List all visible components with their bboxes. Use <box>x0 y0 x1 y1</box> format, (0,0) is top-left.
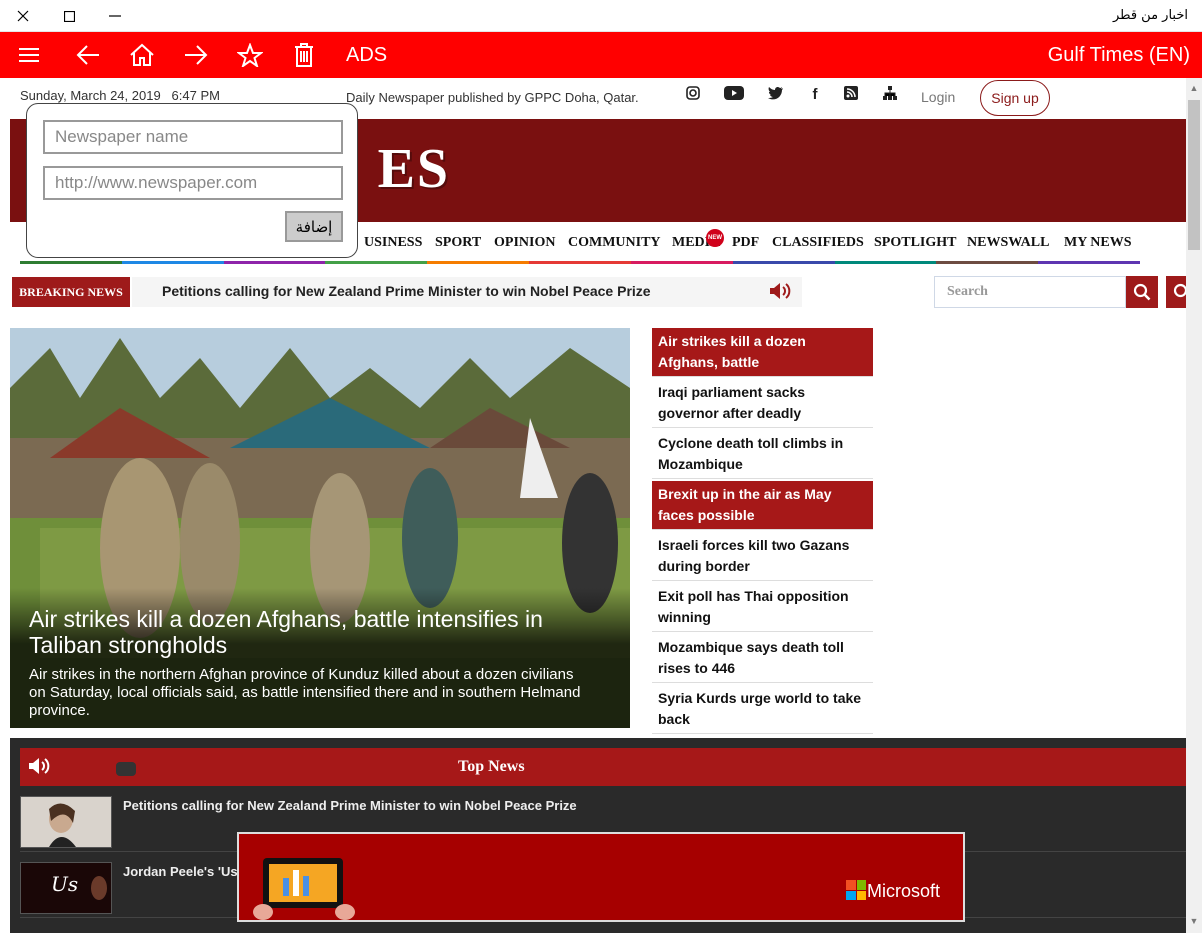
search-input[interactable]: Search <box>934 276 1126 308</box>
close-icon[interactable] <box>0 0 46 32</box>
add-newspaper-popup: Newspaper name http://www.newspaper.com … <box>26 103 358 258</box>
nav-newswall[interactable]: NEWSWALL <box>967 235 1049 251</box>
new-badge: NEW <box>706 229 724 247</box>
top-news-header: Top News <box>20 748 1186 786</box>
home-icon[interactable] <box>126 32 158 78</box>
search-icon[interactable] <box>1166 276 1186 308</box>
nav-spotlight[interactable]: SPOTLIGHT <box>874 235 956 251</box>
scrollbar-thumb[interactable] <box>1188 100 1200 250</box>
youtube-icon[interactable] <box>724 86 744 104</box>
nav-opinion[interactable]: OPINION <box>494 235 555 251</box>
search-icon[interactable] <box>1126 276 1158 308</box>
date-time: Sunday, March 24, 2019 6:47 PM <box>20 88 220 103</box>
thumbnail-image <box>20 796 112 848</box>
window-title: اخبار من قطر <box>1113 8 1188 23</box>
scroll-up-icon[interactable]: ▲ <box>1189 83 1199 93</box>
tagline: Daily Newspaper published by GPPC Doha, … <box>346 90 639 105</box>
star-icon[interactable] <box>234 32 266 78</box>
facebook-icon[interactable]: f <box>805 86 825 103</box>
instagram-icon[interactable] <box>683 86 703 104</box>
scroll-down-icon[interactable]: ▼ <box>1189 916 1199 926</box>
list-item-title: Petitions calling for New Zealand Prime … <box>123 798 577 813</box>
story-item[interactable]: Iraqi parliament sacks governor after de… <box>652 379 873 428</box>
story-item[interactable]: Mozambique says death toll rises to 446 <box>652 634 873 683</box>
nav-colorbar <box>20 261 1140 264</box>
trash-icon[interactable] <box>288 32 320 78</box>
thumbnail-image: Us <box>20 862 112 914</box>
story-item[interactable]: Air strikes kill a dozen Afghans, battle <box>652 328 873 377</box>
minimize-icon[interactable] <box>92 0 138 32</box>
sitemap-icon[interactable] <box>880 86 900 104</box>
story-item[interactable]: Brexit up in the air as May faces possib… <box>652 481 873 530</box>
menu-icon[interactable] <box>14 32 44 78</box>
nav-business[interactable]: USINESS <box>364 235 422 251</box>
speaker-icon[interactable] <box>768 281 792 306</box>
breaking-headline[interactable]: Petitions calling for New Zealand Prime … <box>162 283 651 299</box>
ads-button[interactable]: ADS <box>346 44 387 67</box>
microsoft-logo-icon <box>846 880 866 900</box>
breaking-news-strip: Petitions calling for New Zealand Prime … <box>132 277 802 307</box>
hero-story[interactable]: Air strikes kill a dozen Afghans, battle… <box>10 328 630 728</box>
hero-description: Air strikes in the northern Afghan provi… <box>29 666 581 719</box>
site-name-label: Gulf Times (EN) <box>1047 44 1190 66</box>
hero-title[interactable]: Air strikes kill a dozen Afghans, battle… <box>29 606 609 658</box>
window-titlebar: اخبار من قطر <box>0 0 1202 32</box>
app-toolbar: ADS Gulf Times (EN) <box>0 32 1202 78</box>
nav-classifieds[interactable]: CLASSIFIEDS <box>772 235 864 251</box>
twitter-icon[interactable] <box>766 86 786 104</box>
add-button[interactable]: إضافة <box>285 211 343 242</box>
back-arrow-icon[interactable] <box>72 32 104 78</box>
top-news-title: Top News <box>458 758 525 775</box>
story-list: Air strikes kill a dozen Afghans, battle… <box>652 328 873 736</box>
nav-community[interactable]: COMMUNITY <box>568 235 661 251</box>
youtube-icon[interactable] <box>116 762 136 776</box>
date-text: Sunday, March 24, 2019 <box>20 88 161 103</box>
nav-sport[interactable]: SPORT <box>435 235 481 251</box>
story-item[interactable]: Exit poll has Thai opposition winning <box>652 583 873 632</box>
rss-icon[interactable] <box>841 86 861 104</box>
ad-illustration <box>253 858 355 920</box>
newspaper-name-input[interactable]: Newspaper name <box>43 120 343 154</box>
signup-button[interactable]: Sign up <box>980 80 1050 116</box>
list-item-title: Jordan Peele's 'Us <box>123 864 238 879</box>
speaker-icon[interactable] <box>27 756 51 781</box>
forward-arrow-icon[interactable] <box>180 32 212 78</box>
breaking-news-tag: BREAKING NEWS <box>12 277 130 307</box>
story-item[interactable]: Syria Kurds urge world to take back <box>652 685 873 734</box>
ad-brand: Microsoft <box>867 881 941 901</box>
newspaper-url-input[interactable]: http://www.newspaper.com <box>43 166 343 200</box>
login-link[interactable]: Login <box>921 89 955 105</box>
nav-my-news[interactable]: MY NEWS <box>1064 235 1132 251</box>
vertical-scrollbar[interactable]: ▲ ▼ <box>1186 78 1202 933</box>
story-item[interactable]: Cyclone death toll climbs in Mozambique <box>652 430 873 479</box>
story-item[interactable]: Israeli forces kill two Gazans during bo… <box>652 532 873 581</box>
maximize-icon[interactable] <box>46 0 92 32</box>
nav-pdf[interactable]: PDF <box>732 235 759 251</box>
svg-text:Us: Us <box>51 872 78 896</box>
ad-banner[interactable]: Microsoft <box>237 832 965 922</box>
time-text: 6:47 PM <box>171 88 220 103</box>
